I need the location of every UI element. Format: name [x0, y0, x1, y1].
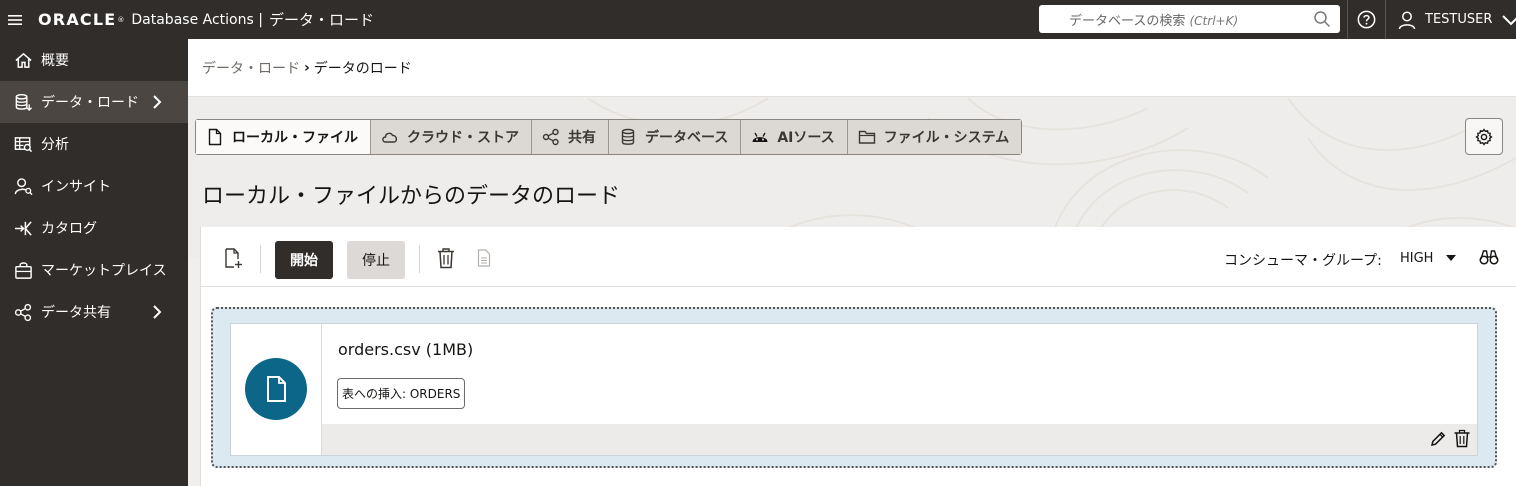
breadcrumb: データ・ロード › データのロード: [188, 39, 1516, 97]
add-file-icon: [225, 248, 242, 268]
target-table-badge[interactable]: 表への挿入: ORDERS: [337, 378, 466, 409]
tab-ai-source[interactable]: AIソース: [741, 120, 848, 154]
consumer-group-select[interactable]: HIGH: [1400, 251, 1433, 266]
sidebar-item-label: マーケットプレイス: [41, 263, 167, 279]
home-icon: [13, 50, 33, 70]
caret-down-icon[interactable]: [1446, 255, 1456, 261]
trash-icon[interactable]: [1453, 429, 1471, 448]
tab-file-system[interactable]: ファイル・システム: [847, 120, 1022, 154]
android-icon: [751, 128, 769, 146]
delete-button[interactable]: [435, 247, 457, 269]
header-divider: [1347, 0, 1348, 39]
start-button[interactable]: 開始: [275, 241, 333, 279]
file-icon: [267, 376, 286, 402]
consumer-group-label: コンシューマ・グループ:: [1224, 253, 1382, 269]
document-icon: [477, 249, 491, 267]
load-toolbar: 開始 停止 コンシューマ・グループ: HIGH: [201, 227, 1516, 287]
user-icon: [1398, 11, 1416, 29]
help-icon[interactable]: [1357, 10, 1376, 29]
chevron-down-icon: [1502, 14, 1516, 25]
search-input[interactable]: データベースの検索 (Ctrl+K): [1039, 5, 1340, 33]
tab-label: ローカル・ファイル: [232, 130, 358, 146]
breadcrumb-separator: ›: [304, 59, 310, 76]
tab-share[interactable]: 共有: [532, 120, 609, 154]
page-title: ローカル・ファイルからのデータのロード: [202, 184, 621, 209]
search-placeholder: データベースの検索: [1069, 13, 1186, 29]
binoculars-icon[interactable]: [1479, 248, 1499, 266]
tab-label: ファイル・システム: [883, 130, 1010, 146]
file-avatar: [245, 358, 307, 420]
sidebar-item-label: カタログ: [41, 221, 97, 237]
chevron-right-icon: [153, 305, 162, 319]
search-shortcut: (Ctrl+K): [1189, 13, 1239, 28]
tab-label: AIソース: [777, 130, 835, 146]
sidebar-item-label: データ・ロード: [41, 95, 139, 111]
tab-label: クラウド・ストア: [407, 130, 519, 146]
sidebar-item-marketplace[interactable]: マーケットプレイス: [0, 249, 188, 291]
chevron-right-icon: [153, 95, 162, 109]
logo[interactable]: ORACLE ® Database Actions | データ・ロード: [38, 9, 374, 30]
breadcrumb-link-data-load[interactable]: データ・ロード: [202, 58, 300, 78]
menu-icon[interactable]: [2, 0, 28, 39]
oracle-logo: ORACLE: [38, 10, 117, 29]
database-load-icon: [13, 92, 33, 112]
user-menu[interactable]: TESTUSER: [1397, 0, 1516, 39]
edit-icon[interactable]: [1430, 430, 1447, 447]
gear-icon: [1475, 127, 1493, 146]
sidebar-item-catalog[interactable]: カタログ: [0, 207, 188, 249]
breadcrumb-current: データのロード: [313, 60, 412, 77]
sidebar-item-insights[interactable]: インサイト: [0, 165, 188, 207]
insights-icon: [13, 176, 33, 196]
file-card-footer: [322, 424, 1477, 455]
sidebar-item-label: 分析: [41, 137, 69, 153]
stop-button[interactable]: 停止: [347, 241, 405, 279]
source-tabs: ローカル・ファイル クラウド・ストア 共有 データベース AIソース ファイル・…: [195, 119, 1023, 155]
tab-label: データベース: [645, 130, 729, 146]
sidebar-item-overview[interactable]: 概要: [0, 39, 188, 81]
tab-database[interactable]: データベース: [609, 120, 742, 154]
user-name: TESTUSER: [1425, 12, 1493, 27]
folder-icon: [858, 128, 876, 146]
top-header: ORACLE ® Database Actions | データ・ロード データベー…: [0, 0, 1516, 39]
sidebar: 概要 データ・ロード 分析 インサイト カタログ マーケットプレイス データ共有: [0, 39, 188, 486]
database-icon: [619, 128, 637, 146]
sidebar-item-data-load[interactable]: データ・ロード: [0, 81, 188, 123]
sidebar-item-data-share[interactable]: データ共有: [0, 291, 188, 333]
file-name: orders.csv (1MB): [338, 340, 474, 359]
toolbar-divider: [419, 245, 420, 273]
report-button[interactable]: [473, 247, 495, 269]
file-drop-zone[interactable]: orders.csv (1MB) 表への挿入: ORDERS: [211, 307, 1497, 468]
add-file-button[interactable]: [222, 247, 244, 269]
tab-label: 共有: [568, 130, 596, 146]
search-icon[interactable]: [1313, 10, 1331, 28]
sidebar-item-analysis[interactable]: 分析: [0, 123, 188, 165]
file-card[interactable]: orders.csv (1MB) 表への挿入: ORDERS: [230, 323, 1478, 456]
settings-button[interactable]: [1465, 118, 1503, 155]
share-icon: [542, 128, 560, 146]
sidebar-item-label: インサイト: [41, 179, 111, 195]
header-divider: [1385, 0, 1386, 39]
sidebar-item-label: 概要: [41, 53, 69, 69]
load-panel: 開始 停止 コンシューマ・グループ: HIGH orders.csv (1MB)…: [200, 227, 1516, 486]
trash-icon: [438, 248, 454, 269]
cloud-icon: [381, 128, 399, 146]
file-icon: [206, 128, 224, 146]
share-icon: [13, 302, 33, 322]
toolbar-divider: [260, 245, 261, 273]
tab-cloud-store[interactable]: クラウド・ストア: [371, 120, 532, 154]
main-content: データ・ロード › データのロード ローカル・ファイル クラウド・ストア 共有 …: [188, 39, 1516, 486]
analysis-icon: [13, 134, 33, 154]
marketplace-icon: [13, 260, 33, 280]
sidebar-item-label: データ共有: [41, 305, 111, 321]
tab-local-file[interactable]: ローカル・ファイル: [196, 120, 371, 154]
header-page-name: データ・ロード: [268, 11, 374, 29]
catalog-icon: [13, 218, 33, 238]
app-name: Database Actions |: [131, 11, 263, 28]
